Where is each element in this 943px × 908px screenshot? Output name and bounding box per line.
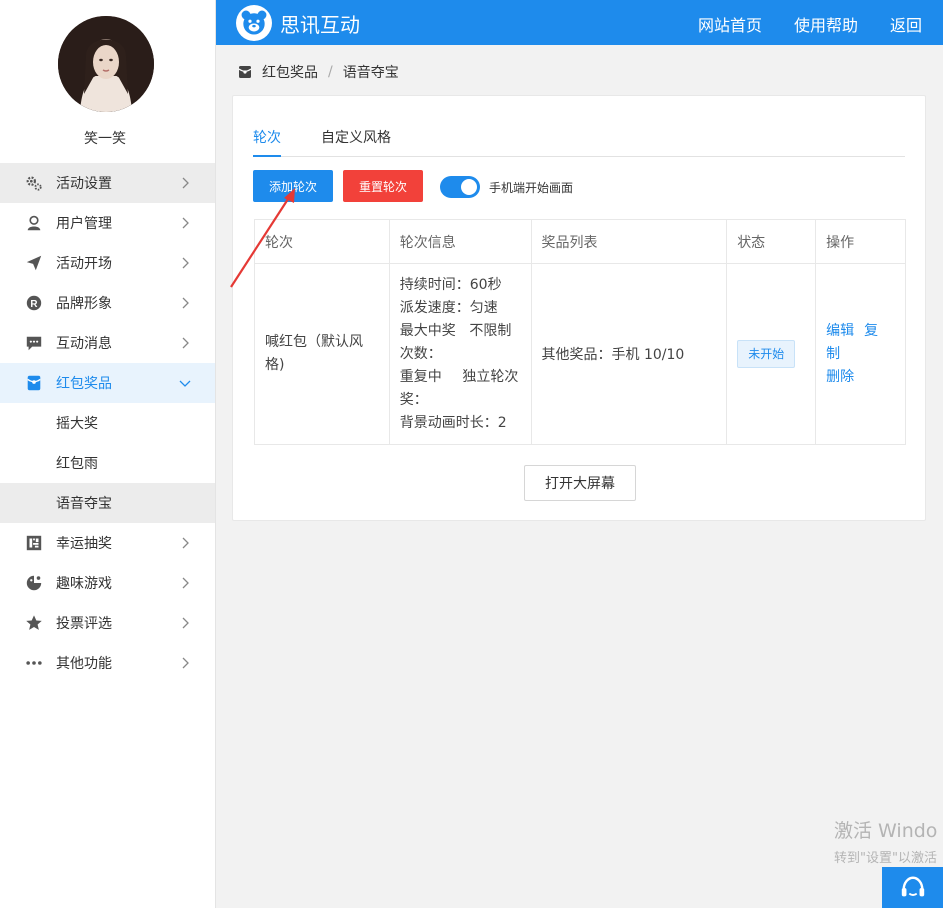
status-badge: 未开始 (737, 340, 796, 368)
user-icon (24, 213, 44, 233)
table-row: 喊红包（默认风格) 持续时间：60秒 派发速度：匀速 最大中奖次数： 不限制 重… (254, 263, 906, 445)
cell-round-name: 喊红包（默认风格) (254, 263, 390, 445)
info-speed: 派发速度：匀速 (399, 299, 498, 316)
bear-logo-icon[interactable] (236, 5, 272, 41)
sidebar-item-label: 趣味游戏 (56, 576, 112, 592)
tab-rounds[interactable]: 轮次 (253, 127, 281, 157)
toggle-knob (461, 179, 477, 195)
watermark-line1: 激活 Windo (834, 820, 938, 842)
tab-custom-style[interactable]: 自定义风格 (321, 127, 391, 157)
nav-home-link[interactable]: 网站首页 (698, 12, 762, 36)
sidebar-item-interactive-messages[interactable]: 互动消息 (0, 323, 215, 363)
windows-activation-watermark: 激活 Windo 转到"设置"以激活 (834, 816, 937, 866)
chevron-right-icon (182, 657, 189, 669)
sidebar-item-label: 幸运抽奖 (56, 536, 112, 552)
sidebar-subitem-shake-prize[interactable]: 摇大奖 (0, 403, 215, 443)
sidebar-item-label: 用户管理 (56, 216, 112, 232)
nav-back-link[interactable]: 返回 (890, 12, 922, 36)
sidebar-item-fun-games[interactable]: 趣味游戏 (0, 563, 215, 603)
sidebar-subitem-voice-treasure[interactable]: 语音夺宝 (0, 483, 215, 523)
chevron-right-icon (182, 337, 189, 349)
sidebar-item-label: 投票评选 (56, 616, 112, 632)
info-bg-animation: 背景动画时长：2 (399, 414, 507, 431)
breadcrumb-separator: / (328, 64, 333, 80)
breadcrumb: 红包奖品 / 语音夺宝 (238, 62, 399, 82)
table-header-row: 轮次 轮次信息 奖品列表 状态 操作 (254, 219, 906, 264)
avatar[interactable] (58, 16, 154, 112)
star-icon (24, 613, 44, 633)
info-repeat-value: 独立轮次 (462, 368, 519, 385)
chevron-right-icon (182, 617, 189, 629)
sidebar-item-label: 品牌形象 (56, 296, 112, 312)
sidebar-item-activity-opening[interactable]: 活动开场 (0, 243, 215, 283)
cell-actions: 编辑 复制 删除 (815, 263, 906, 445)
watermark-line2: 转到"设置"以激活 (834, 851, 937, 866)
rounds-table: 轮次 轮次信息 奖品列表 状态 操作 喊红包（默认风格) 持续时间：60秒 派发… (254, 219, 906, 445)
info-max-wins-label: 最大中奖次数： (399, 322, 456, 362)
customer-service-button[interactable] (882, 867, 943, 908)
info-duration: 持续时间：60秒 (399, 276, 502, 293)
red-packet-icon (24, 373, 44, 393)
sidebar-item-brand-image[interactable]: R 品牌形象 (0, 283, 215, 323)
registered-icon: R (24, 293, 44, 313)
sidebar-menu: 活动设置 用户管理 活动开场 R 品牌形象 互动消息 红包奖品 摇大奖 红包雨 … (0, 163, 215, 683)
breadcrumb-current: 语音夺宝 (342, 65, 399, 81)
chevron-down-icon (179, 380, 191, 387)
chat-icon (24, 333, 44, 353)
cell-round-info: 持续时间：60秒 派发速度：匀速 最大中奖次数： 不限制 重复中奖： 独立轮次 … (388, 263, 532, 445)
game-icon (24, 573, 44, 593)
mobile-start-screen-label: 手机端开始画面 (489, 181, 574, 195)
sidebar-item-user-management[interactable]: 用户管理 (0, 203, 215, 243)
header-prize-list: 奖品列表 (530, 219, 728, 264)
brand-name: 思讯互动 (280, 13, 360, 37)
red-packet-icon (238, 66, 252, 78)
header-actions: 操作 (815, 219, 906, 264)
sidebar-item-label: 互动消息 (56, 336, 112, 352)
sidebar-item-label: 活动开场 (56, 256, 112, 272)
chevron-right-icon (182, 177, 189, 189)
edit-link[interactable]: 编辑 (826, 323, 854, 339)
sidebar-item-label: 红包奖品 (56, 376, 112, 392)
svg-text:R: R (30, 299, 37, 310)
paper-plane-icon (24, 253, 44, 273)
chevron-right-icon (182, 217, 189, 229)
avatar-image-icon (58, 16, 154, 112)
tab-bar: 轮次 自定义风格 (253, 127, 905, 157)
cell-prize-list: 其他奖品：手机 10/10 (530, 263, 728, 445)
info-repeat-label: 重复中奖： (399, 368, 442, 408)
chevron-right-icon (182, 537, 189, 549)
chevron-right-icon (182, 257, 189, 269)
sidebar-item-lucky-draw[interactable]: 幸运抽奖 (0, 523, 215, 563)
header-round-info: 轮次信息 (388, 219, 532, 264)
mobile-start-screen-toggle[interactable] (440, 176, 480, 198)
nav-help-link[interactable]: 使用帮助 (794, 12, 858, 36)
sidebar-item-label: 活动设置 (56, 176, 112, 192)
open-big-screen-button[interactable]: 打开大屏幕 (524, 465, 636, 501)
header-status: 状态 (726, 219, 817, 264)
sidebar-item-other-functions[interactable]: 其他功能 (0, 643, 215, 683)
rounds-card: 轮次 自定义风格 添加轮次 重置轮次 手机端开始画面 轮次 轮次信息 奖品列表 … (232, 95, 926, 521)
delete-link[interactable]: 删除 (826, 369, 854, 385)
round-info-grid: 持续时间：60秒 派发速度：匀速 最大中奖次数： 不限制 重复中奖： 独立轮次 … (400, 274, 521, 435)
cell-status: 未开始 (726, 263, 817, 445)
more-icon (24, 653, 44, 673)
sidebar-item-label: 其他功能 (56, 656, 112, 672)
sidebar-item-activity-settings[interactable]: 活动设置 (0, 163, 215, 203)
username: 笑一笑 (84, 131, 126, 147)
chevron-right-icon (182, 297, 189, 309)
chevron-right-icon (182, 577, 189, 589)
reset-round-button[interactable]: 重置轮次 (343, 170, 423, 202)
sidebar-subitem-red-packet-rain[interactable]: 红包雨 (0, 443, 215, 483)
sidebar-item-voting[interactable]: 投票评选 (0, 603, 215, 643)
breadcrumb-parent[interactable]: 红包奖品 (262, 62, 318, 82)
headset-icon (901, 876, 924, 896)
sidebar-item-red-packet-prizes[interactable]: 红包奖品 (0, 363, 215, 403)
header-round: 轮次 (254, 219, 390, 264)
gears-icon (24, 173, 44, 193)
add-round-button[interactable]: 添加轮次 (253, 170, 333, 202)
sidebar: 笑一笑 活动设置 用户管理 活动开场 R 品牌形象 互动消息 红包奖品 摇大奖 … (0, 0, 216, 908)
top-header: 思讯互动 网站首页 使用帮助 返回 (216, 0, 943, 45)
lottery-icon (24, 533, 44, 553)
info-max-wins-value: 不限制 (469, 322, 512, 339)
